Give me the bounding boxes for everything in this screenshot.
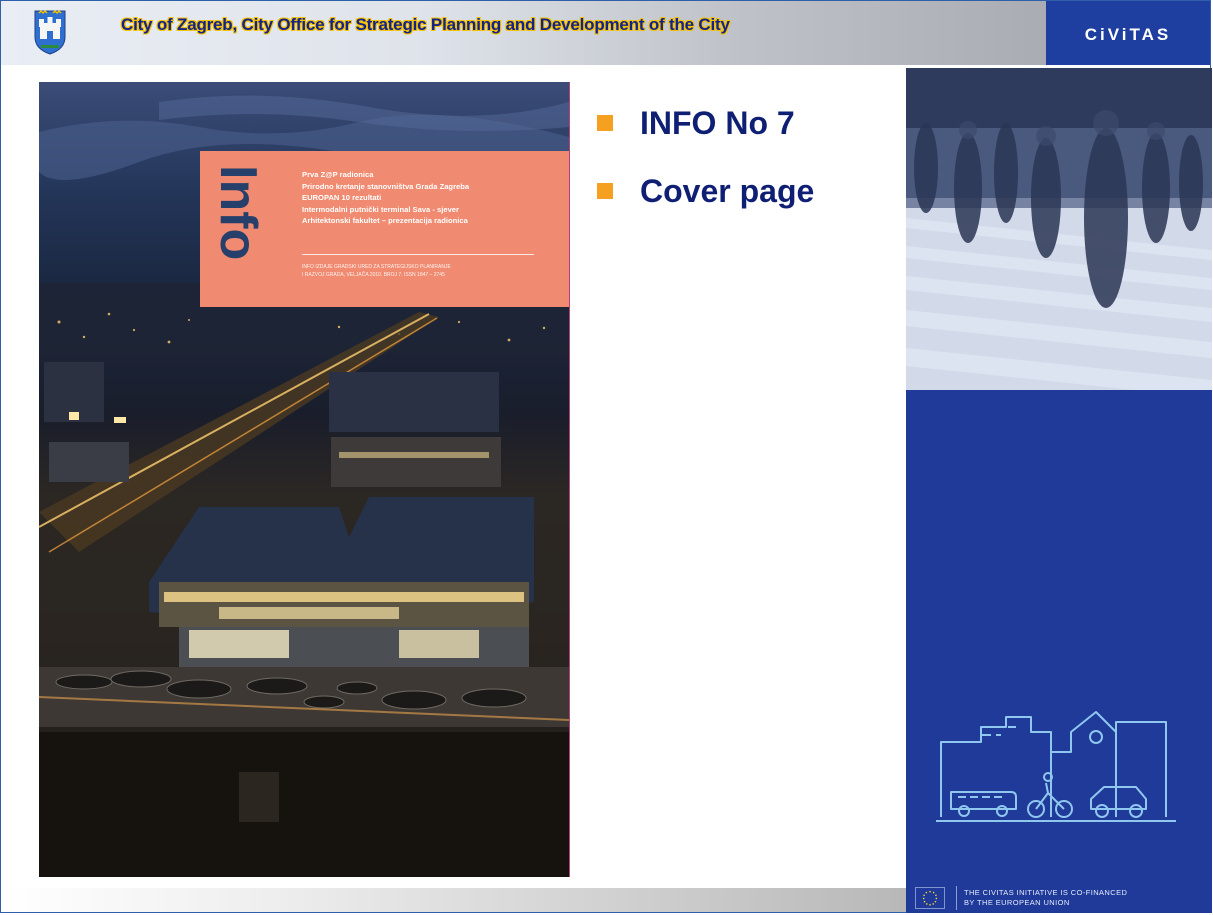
cover-line: Arhitektonski fakultet – prezentacija ra… xyxy=(302,216,468,225)
header-title: City of Zagreb, City Office for Strategi… xyxy=(121,15,730,34)
eu-cofinanced-block: THE CIVITAS INITIATIVE IS CO-FINANCED BY… xyxy=(906,882,1212,913)
info-masthead: Info xyxy=(209,165,267,261)
crosswalk-photo xyxy=(906,68,1212,390)
bullet-label: Cover page xyxy=(640,173,815,209)
eu-divider xyxy=(956,886,957,910)
cover-line: Prva Z@P radionica xyxy=(302,170,374,179)
civitas-blue-panel xyxy=(906,390,1212,882)
footer-bar xyxy=(1,888,906,912)
eu-text-line: THE CIVITAS INITIATIVE IS CO-FINANCED xyxy=(964,888,1128,897)
bullet-square-icon xyxy=(597,183,613,199)
city-transport-illustration xyxy=(936,711,1176,822)
civitas-logo-text: CiViTAS xyxy=(1084,25,1172,44)
info-cover-panel: Info Prva Z@P radionica Prirodno kretanj… xyxy=(200,151,569,307)
cover-footer-line: I RAZVOJ GRADA, VELJAČA 2010. BROJ 7. IS… xyxy=(302,272,445,278)
cover-footer: INFO IZDAJE GRADSKI URED ZA STRATEGIJSKO… xyxy=(302,263,451,279)
cover-contents: Prva Z@P radionica Prirodno kretanje sta… xyxy=(302,169,469,227)
cover-line: Prirodno kretanje stanovništva Grada Zag… xyxy=(302,181,470,191)
eu-flag-icon xyxy=(915,887,945,909)
bullet-square-icon xyxy=(597,115,613,131)
zagreb-crest-icon xyxy=(34,9,66,55)
eu-cofinanced-text: THE CIVITAS INITIATIVE IS CO-FINANCED BY… xyxy=(964,888,1127,908)
header-bar: City of Zagreb, City Office for Strategi… xyxy=(1,1,1046,65)
cover-line: EUROPAN 10 rezultati xyxy=(302,193,382,202)
cover-line: Intermodalni putnički terminal Sava - sj… xyxy=(302,204,459,214)
eu-text-line: BY THE EUROPEAN UNION xyxy=(964,898,1070,907)
cover-divider xyxy=(302,254,534,255)
cover-footer-line: INFO IZDAJE GRADSKI URED ZA STRATEGIJSKO… xyxy=(302,264,451,270)
info-cover-image: Info Prva Z@P radionica Prirodno kretanj… xyxy=(39,82,570,877)
civitas-logo: CiViTAS xyxy=(1046,1,1210,65)
bullet-label: INFO No 7 xyxy=(640,105,795,141)
pedestrians-photo xyxy=(906,68,1212,390)
